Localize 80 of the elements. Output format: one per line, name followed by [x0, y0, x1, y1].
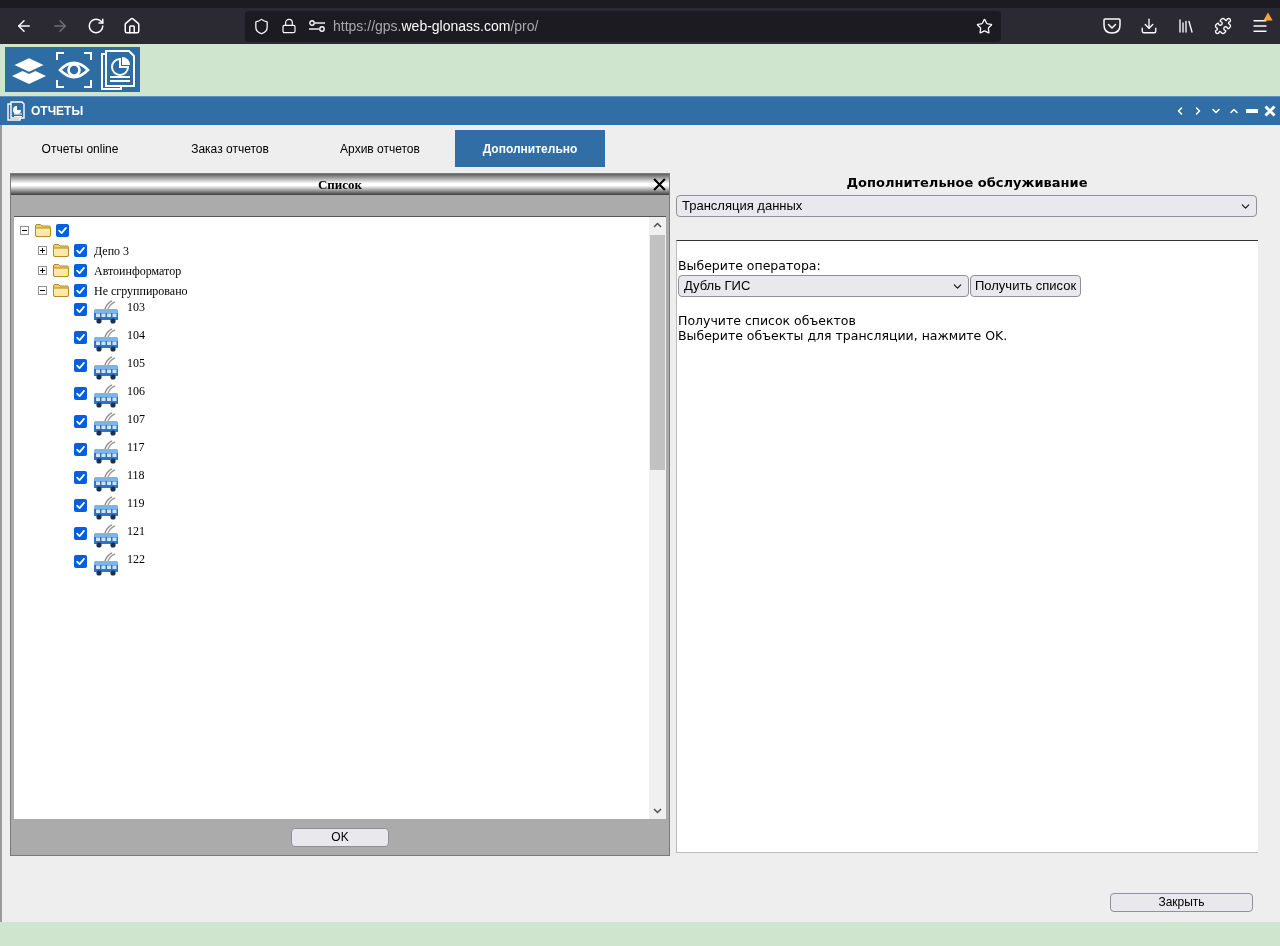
checkbox[interactable] — [74, 283, 87, 297]
scrollbar-track[interactable] — [649, 217, 666, 819]
star-icon[interactable] — [976, 17, 993, 35]
instruction-text: Получите список объектов — [678, 313, 857, 328]
folder-icon — [53, 243, 69, 257]
tray-chevron-icon[interactable] — [1103, 18, 1121, 34]
scroll-up-icon[interactable] — [653, 222, 662, 228]
tab[interactable]: Дополнительно — [455, 130, 605, 167]
lock-icon[interactable] — [281, 18, 297, 34]
trolleybus-icon — [93, 384, 119, 408]
checkbox[interactable] — [74, 303, 87, 316]
tree-item-label[interactable]: 119 — [127, 496, 145, 510]
panel-title: Дополнительное обслуживание — [846, 174, 1088, 193]
report-document-icon — [7, 101, 25, 121]
folder-icon — [35, 223, 51, 237]
checkbox[interactable] — [74, 263, 87, 277]
report-documents-icon[interactable] — [101, 49, 135, 90]
tree-item-label[interactable]: Автоинформатор — [94, 263, 182, 278]
close-icon[interactable] — [653, 178, 666, 191]
window-title: ОТЧЕТЫ — [31, 103, 84, 120]
checkbox[interactable] — [74, 527, 87, 540]
tree-item-label[interactable]: 122 — [127, 552, 145, 566]
eye-icon[interactable] — [56, 51, 92, 88]
scroll-down-icon[interactable] — [653, 808, 662, 814]
download-icon[interactable] — [1140, 17, 1158, 35]
trolleybus-icon — [93, 468, 119, 492]
home-icon[interactable] — [123, 17, 141, 35]
reload-icon[interactable] — [87, 17, 105, 35]
folder-icon — [53, 263, 69, 277]
collapse-icon[interactable] — [38, 285, 47, 295]
puzzle-icon[interactable] — [1214, 17, 1232, 35]
service-select[interactable]: Трансляция данных — [676, 195, 1257, 217]
tree-item-label[interactable]: 121 — [127, 524, 145, 538]
operator-select[interactable]: Дубль ГИС — [678, 275, 969, 297]
checkbox[interactable] — [74, 415, 87, 428]
ok-button[interactable]: OK — [291, 827, 389, 847]
checkbox[interactable] — [74, 443, 87, 456]
tree-item-label[interactable]: 106 — [127, 384, 145, 398]
panel-title: Список — [316, 175, 364, 194]
tab[interactable]: Заказ отчетов — [155, 130, 305, 167]
tree-item-label[interactable]: Депо 3 — [94, 243, 130, 258]
trolleybus-icon — [93, 412, 119, 436]
tree-item-label[interactable]: Не сгруппировано — [94, 283, 188, 298]
close-button[interactable]: Закрыть — [1110, 893, 1253, 912]
trolleybus-icon — [93, 300, 119, 324]
checkbox[interactable] — [74, 331, 87, 344]
trolleybus-icon — [93, 524, 119, 548]
checkbox[interactable] — [56, 223, 69, 237]
trolleybus-icon — [93, 356, 119, 380]
shield-icon[interactable] — [253, 17, 270, 35]
library-icon[interactable] — [1177, 17, 1195, 35]
get-list-button[interactable]: Получить список — [970, 275, 1082, 297]
instruction-text: Выберите объекты для трансляции, нажмите OK. — [678, 328, 1008, 343]
expand-icon[interactable] — [38, 245, 47, 255]
expand-icon[interactable] — [38, 265, 47, 275]
trolleybus-icon — [93, 328, 119, 352]
sliders-icon[interactable] — [309, 20, 325, 32]
operator-label: Выберите оператора: — [678, 258, 821, 273]
tab[interactable]: Архив отчетов — [305, 130, 455, 167]
tree-item-label[interactable]: 107 — [127, 412, 145, 426]
address-field[interactable]: https://gps.web-glonass.com/pro/ — [245, 10, 1001, 42]
trolleybus-icon — [93, 496, 119, 520]
checkbox[interactable] — [74, 387, 87, 400]
trolleybus-icon — [93, 440, 119, 464]
checkbox[interactable] — [74, 243, 87, 257]
tree-item-label[interactable]: 104 — [127, 328, 145, 342]
tree-item-label[interactable]: 105 — [127, 356, 145, 370]
menu-icon[interactable] — [1251, 17, 1269, 35]
tree-item-label[interactable]: 118 — [127, 468, 145, 482]
tree-item-label[interactable]: 117 — [127, 440, 145, 454]
trolleybus-icon — [93, 552, 119, 576]
scrollbar-thumb[interactable] — [650, 235, 665, 470]
checkbox[interactable] — [74, 555, 87, 568]
checkbox[interactable] — [74, 499, 87, 512]
checkbox[interactable] — [74, 471, 87, 484]
tree-item-label[interactable]: 103 — [127, 300, 145, 314]
checkbox[interactable] — [74, 359, 87, 372]
collapse-icon[interactable] — [20, 225, 29, 235]
folder-icon — [53, 283, 69, 297]
tab[interactable]: Отчеты online — [5, 130, 155, 167]
